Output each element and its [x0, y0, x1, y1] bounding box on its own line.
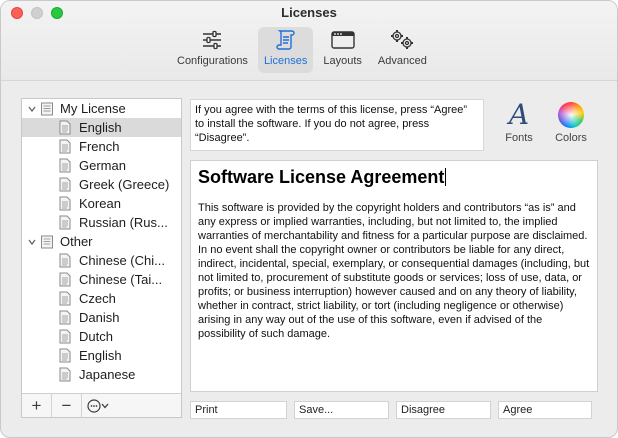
license-title: Software License Agreement [198, 167, 447, 187]
sidebar-item[interactable]: Chinese (Tai... [22, 270, 181, 289]
sidebar-item[interactable]: Czech [22, 289, 181, 308]
document-icon [58, 367, 72, 382]
license-text-editor[interactable]: Software License Agreement This software… [190, 160, 598, 392]
license-tree: My License English French German Greek (Gree… [22, 99, 181, 393]
sidebar-item[interactable]: Chinese (Chi... [22, 251, 181, 270]
document-icon [58, 329, 72, 344]
title-bar: Licenses Configurations Licenses Layouts… [1, 1, 617, 81]
document-icon [58, 158, 72, 173]
tab-configurations-label: Configurations [177, 55, 248, 67]
print-label-field[interactable]: Print [190, 401, 287, 419]
sliders-icon [198, 27, 226, 53]
sidebar-item-label: Russian (Rus... [79, 215, 168, 230]
sidebar-group-label: My License [60, 101, 126, 116]
color-wheel-icon [558, 102, 584, 128]
ellipsis-circle-icon [87, 398, 109, 413]
font-glyph-icon: A [508, 98, 530, 131]
document-icon [58, 196, 72, 211]
chevron-down-icon[interactable] [26, 103, 38, 115]
sidebar-item[interactable]: Greek (Greece) [22, 175, 181, 194]
tab-layouts-label: Layouts [323, 55, 362, 67]
agree-label-field[interactable]: Agree [498, 401, 592, 419]
colors-button[interactable]: Colors [547, 99, 595, 151]
fonts-label: Fonts [505, 132, 533, 144]
document-icon [58, 253, 72, 268]
tab-layouts[interactable]: Layouts [317, 27, 368, 73]
license-sidebar: My License English French German Greek (Gree… [21, 98, 182, 418]
disagree-label-field[interactable]: Disagree [396, 401, 491, 419]
sidebar-item-label: Chinese (Tai... [79, 272, 163, 287]
license-group-icon [40, 102, 54, 116]
document-icon [58, 310, 72, 325]
document-icon [58, 272, 72, 287]
licenses-window: Licenses Configurations Licenses Layouts… [0, 0, 618, 438]
license-body: This software is provided by the copyrig… [198, 202, 590, 340]
add-license-button[interactable]: + [22, 394, 52, 417]
sidebar-item-label: Chinese (Chi... [79, 253, 165, 268]
sidebar-item-label: Korean [79, 196, 121, 211]
button-label-fields: Print Save... Disagree Agree [190, 401, 598, 419]
sidebar-item[interactable]: Japanese [22, 365, 181, 384]
gears-icon [388, 27, 416, 53]
action-menu-button[interactable] [82, 394, 116, 417]
sidebar-item[interactable]: English [22, 118, 181, 137]
colors-label: Colors [555, 132, 587, 144]
sidebar-item-label: Japanese [79, 367, 136, 382]
sidebar-group-label: Other [60, 234, 93, 249]
sidebar-item-label: English [79, 348, 122, 363]
document-icon [58, 177, 72, 192]
fonts-button[interactable]: A Fonts [495, 99, 543, 151]
document-icon [58, 348, 72, 363]
sidebar-item[interactable]: English [22, 346, 181, 365]
sidebar-group-row[interactable]: Other [22, 232, 181, 251]
sidebar-item[interactable]: French [22, 137, 181, 156]
license-instructions: If you agree with the terms of this lice… [190, 99, 484, 151]
preferences-toolbar: Configurations Licenses Layouts Advanced [171, 27, 437, 75]
tab-advanced[interactable]: Advanced [372, 27, 433, 73]
tab-licenses-label: Licenses [263, 55, 308, 67]
sidebar-item-label: English [79, 120, 122, 135]
sidebar-item-label: Danish [79, 310, 120, 325]
sidebar-item[interactable]: Korean [22, 194, 181, 213]
sidebar-item-label: Czech [79, 291, 116, 306]
tab-advanced-label: Advanced [377, 55, 427, 67]
document-icon [58, 291, 72, 306]
scroll-icon [272, 27, 300, 53]
document-icon [58, 120, 72, 135]
window-title: Licenses [281, 5, 337, 20]
sidebar-item-label: Dutch [79, 329, 113, 344]
sidebar-item-label: French [79, 139, 120, 154]
sidebar-item-label: Greek (Greece) [79, 177, 170, 192]
tab-configurations[interactable]: Configurations [171, 27, 254, 73]
remove-license-button[interactable]: − [52, 394, 82, 417]
text-cursor [445, 168, 447, 186]
sidebar-item[interactable]: Dutch [22, 327, 181, 346]
document-icon [58, 139, 72, 154]
sidebar-item-label: German [79, 158, 126, 173]
chevron-down-icon[interactable] [26, 236, 38, 248]
sidebar-group-row[interactable]: My License [22, 99, 181, 118]
sidebar-item[interactable]: Danish [22, 308, 181, 327]
save-label-field[interactable]: Save... [294, 401, 389, 419]
sidebar-item[interactable]: German [22, 156, 181, 175]
sidebar-item[interactable]: Russian (Rus... [22, 213, 181, 232]
sidebar-toolbar: + − [22, 393, 181, 417]
window-layout-icon [329, 27, 357, 53]
document-icon [58, 215, 72, 230]
license-group-icon [40, 235, 54, 249]
tab-licenses[interactable]: Licenses [257, 27, 314, 73]
